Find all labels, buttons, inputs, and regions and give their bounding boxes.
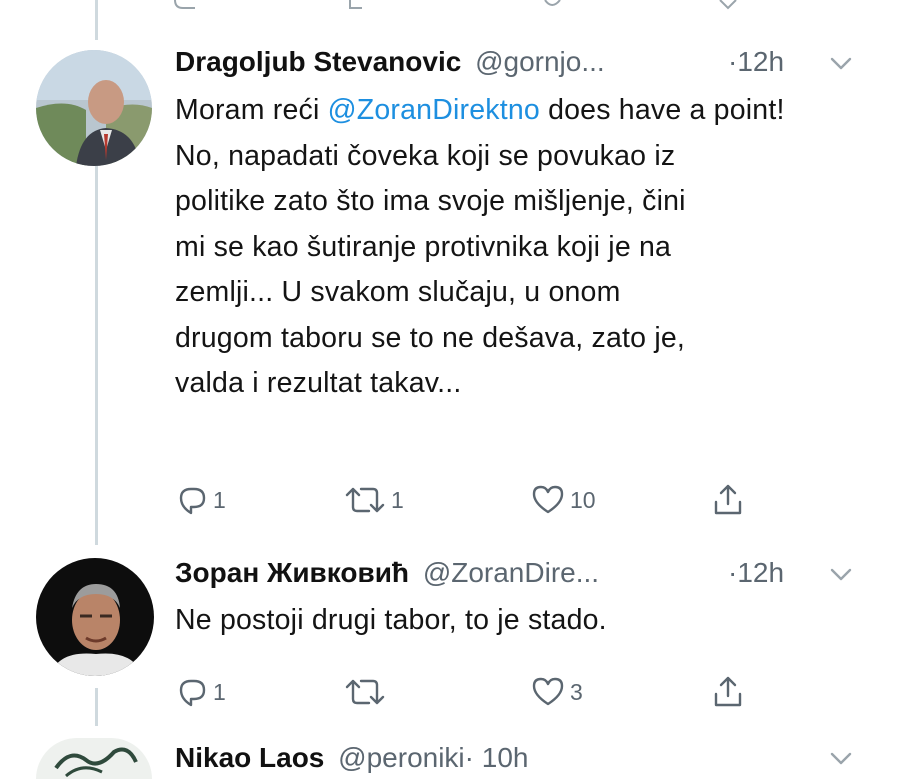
tweet-text-line: Ne postoji drugi tabor, to je stado. [175,604,607,636]
tweet-text-line: mi se kao šutiranje protivnika koji je n… [175,230,672,263]
tweet-text: Moram reći @ZoranDirektno does have a po… [175,88,875,407]
tweet-text-line: politike zato što ima svoje mišljenje, č… [175,185,686,217]
heart-icon [532,485,564,514]
like-count: 3 [570,678,583,705]
tweet-text: Ne postoji drugi tabor, to je stado. [175,598,875,644]
thread-line [95,0,98,40]
heart-icon [532,677,564,706]
retweet-button[interactable] [343,672,391,712]
thread-line [95,160,98,545]
chevron-down-icon[interactable] [830,568,852,582]
tweet-header: Nikao Laos @peroniki· 10h [175,738,528,778]
display-name[interactable]: Dragoljub Stevanovic [175,46,461,77]
tweet-header: Зоран Живковић @ZoranDire... [175,553,599,593]
tweet-timestamp[interactable]: ·12h [728,42,784,82]
tweet-text-line: drugom taboru se to ne dešava, zato je, [175,321,686,354]
tweet-text-line: valda i rezultat takav... [175,367,462,399]
tweet-text-line: Moram reći @ZoranDirektno does have a po… [175,88,875,134]
username[interactable]: @peroniki [338,742,464,773]
tweet-text-fragment: Moram reći [175,94,328,126]
mention-link[interactable]: @ZoranDirektno [328,94,540,126]
reply-count: 1 [213,486,226,513]
retweet-button[interactable]: 1 [343,480,404,520]
tweet-text-line: No, napadati čoveka koji se povukao iz [175,139,676,172]
avatar[interactable] [36,50,152,166]
tweet-header: Dragoljub Stevanovic @gornjo... [175,42,605,82]
chevron-down-icon[interactable] [830,752,852,766]
reply-button[interactable]: 1 [175,480,226,520]
retweet-icon [345,679,385,705]
display-name[interactable]: Зоран Живковић [175,557,409,588]
previous-tweet-actions-fragment [0,0,900,14]
retweet-icon [345,487,385,513]
username[interactable]: @gornjo... [475,46,605,77]
share-button[interactable] [711,480,745,520]
share-icon [714,676,742,707]
tweet-text-line: zemlji... U svakom slučaju, u onom [175,276,621,308]
reply-icon [179,487,206,515]
share-button[interactable] [711,672,745,712]
tweet-actions: 1 3 [175,672,765,712]
avatar[interactable] [36,738,152,779]
tweet-actions: 1 1 10 [175,480,765,520]
chevron-down-icon[interactable] [830,57,852,71]
retweet-count: 1 [391,486,404,513]
like-count: 10 [570,486,596,513]
display-name[interactable]: Nikao Laos [175,742,324,773]
reply-icon [179,679,206,707]
like-button[interactable]: 10 [530,480,596,520]
avatar[interactable] [36,558,154,676]
reply-button[interactable]: 1 [175,672,226,712]
username[interactable]: @ZoranDire... [423,557,599,588]
thread-line [95,688,98,726]
tweet-timestamp[interactable]: · 10h [465,742,529,773]
tweet-text-fragment: does have a point! [539,94,785,126]
like-button[interactable]: 3 [530,672,583,712]
user-photo-avatar-icon [36,558,154,676]
share-icon [714,484,742,515]
user-photo-avatar-icon [36,738,152,779]
reply-count: 1 [213,678,226,705]
tweet-timestamp[interactable]: ·12h [728,553,784,593]
user-photo-avatar-icon [36,50,152,166]
